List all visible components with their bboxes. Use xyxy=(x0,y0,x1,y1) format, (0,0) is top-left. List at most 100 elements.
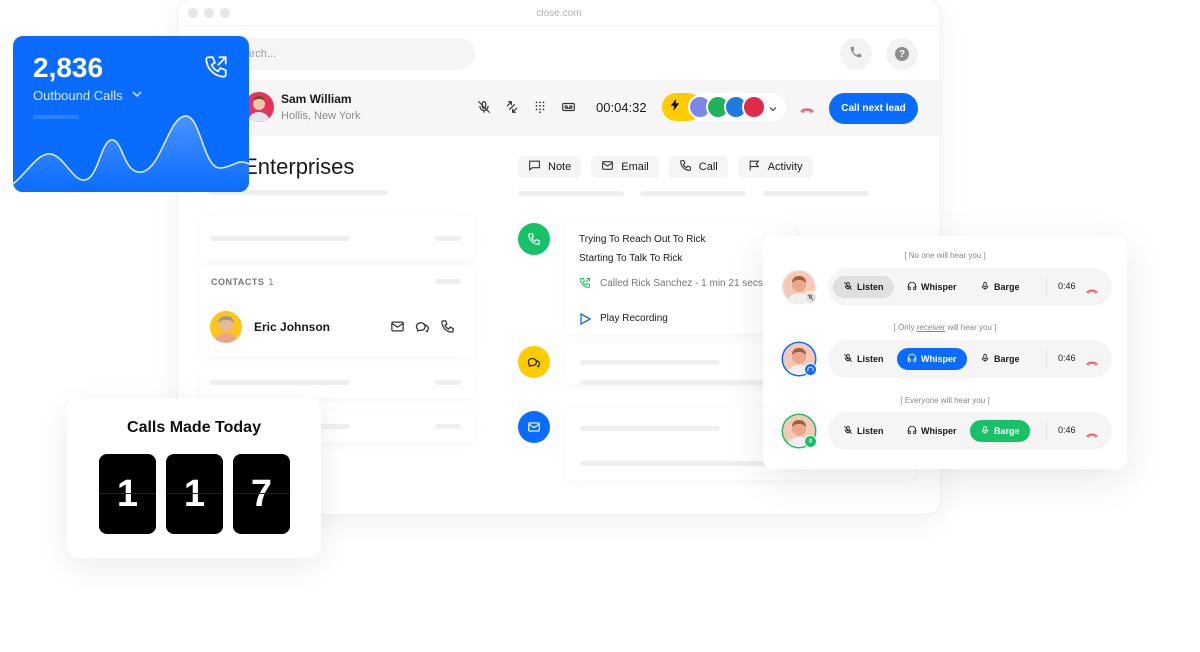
outbound-calls-dropdown[interactable]: Outbound Calls xyxy=(33,88,143,103)
microphone-icon xyxy=(980,425,990,437)
listen-label: Listen xyxy=(857,282,884,292)
call-note-line2: Starting To Talk To Rick xyxy=(579,253,683,264)
listen-button[interactable]: Listen xyxy=(833,420,894,442)
barge-button[interactable]: Barge xyxy=(970,420,1030,442)
contact-actions xyxy=(390,319,455,339)
bolt-icon xyxy=(670,98,680,116)
contact-row[interactable]: Eric Johnson xyxy=(200,300,475,352)
phone-button[interactable] xyxy=(840,38,872,70)
chat-icon[interactable] xyxy=(415,319,430,339)
hangup-icon[interactable] xyxy=(1086,354,1098,372)
calls-made-today-card: Calls Made Today 1 1 7 xyxy=(67,398,321,558)
call-controls xyxy=(476,99,576,115)
tab-note-label: Note xyxy=(548,161,572,173)
team-avatars xyxy=(688,95,766,119)
voicemail-icon[interactable] xyxy=(560,99,576,115)
skeleton-line xyxy=(210,236,350,241)
outbound-sparkline xyxy=(13,115,249,192)
phone-icon[interactable] xyxy=(440,319,455,339)
info-panel xyxy=(200,366,475,398)
hangup-icon[interactable] xyxy=(1086,426,1098,444)
flag-icon xyxy=(748,159,761,175)
timeline-chat-icon xyxy=(518,346,550,378)
keypad-icon[interactable] xyxy=(532,99,548,115)
skeleton-line xyxy=(640,191,746,196)
barge-button[interactable]: Barge xyxy=(970,276,1030,298)
phone-icon xyxy=(679,159,692,175)
microphone-icon xyxy=(980,353,990,365)
timeline-email-icon xyxy=(518,411,550,443)
outbound-calls-card: 2,836 Outbound Calls xyxy=(13,36,249,192)
team-selector[interactable] xyxy=(662,93,786,121)
skeleton-line xyxy=(763,191,869,196)
skeleton-line xyxy=(435,424,461,429)
barge-button[interactable]: Barge xyxy=(970,348,1030,370)
email-icon[interactable] xyxy=(390,319,405,339)
title-bar: close.com xyxy=(178,0,940,26)
play-recording-link[interactable]: Play Recording xyxy=(600,313,668,324)
agent-row-barge: Listen Whisper Barge 0:46 xyxy=(783,410,1123,452)
call-duration: 0:46 xyxy=(1058,281,1076,291)
counter-digit: 1 xyxy=(99,454,156,534)
lead-info-panel xyxy=(200,215,475,260)
skeleton-line xyxy=(580,360,720,365)
divider xyxy=(1046,350,1047,368)
contacts-header: CONTACTS 1 xyxy=(211,277,274,287)
help-button[interactable]: ? xyxy=(886,38,918,70)
hangup-icon[interactable] xyxy=(800,102,814,120)
note-icon xyxy=(528,159,541,175)
whisper-label: Whisper xyxy=(921,354,957,364)
chevron-down-icon xyxy=(131,88,143,103)
tab-activity-label: Activity xyxy=(767,161,803,173)
contact-name: Eric Johnson xyxy=(254,320,331,334)
contacts-label: CONTACTS xyxy=(211,277,265,287)
listen-button[interactable]: Listen xyxy=(833,276,894,298)
tab-call[interactable]: Call xyxy=(668,156,728,178)
play-icon[interactable] xyxy=(580,312,592,330)
counter-digit: 7 xyxy=(233,454,290,534)
mute-icon[interactable] xyxy=(476,99,492,115)
whisper-button[interactable]: Whisper xyxy=(897,348,967,370)
whisper-badge xyxy=(804,363,817,376)
mute-icon xyxy=(843,353,853,365)
mute-icon xyxy=(843,281,853,293)
contacts-count: 1 xyxy=(268,277,274,287)
mode-note: [ Only receiver will hear you ] xyxy=(763,323,1127,332)
help-icon: ? xyxy=(895,47,909,61)
headphones-icon xyxy=(907,281,917,293)
call-next-lead-button[interactable]: Call next lead xyxy=(829,93,918,124)
barge-label: Barge xyxy=(994,426,1020,436)
tab-note[interactable]: Note xyxy=(518,156,582,178)
transfer-icon[interactable] xyxy=(504,99,520,115)
barge-label: Barge xyxy=(994,354,1020,364)
listen-button[interactable]: Listen xyxy=(833,348,894,370)
tab-email[interactable]: Email xyxy=(591,156,659,178)
whisper-button[interactable]: Whisper xyxy=(897,420,967,442)
mode-note: [ No one will hear you ] xyxy=(904,251,986,260)
active-call-bar: Sam William Hollis, New York 00:04:32 Ca… xyxy=(234,80,940,136)
whisper-label: Whisper xyxy=(921,426,957,436)
skeleton-line xyxy=(435,380,461,385)
microphone-icon xyxy=(980,281,990,293)
chevron-down-icon[interactable] xyxy=(768,101,778,119)
whisper-button[interactable]: Whisper xyxy=(897,276,967,298)
search-input[interactable]: Search... xyxy=(218,38,475,70)
contact-avatar xyxy=(210,311,242,343)
timeline-call-icon xyxy=(518,223,550,255)
outgoing-call-icon xyxy=(203,54,229,85)
tab-email-label: Email xyxy=(621,161,649,173)
caller-location: Hollis, New York xyxy=(281,110,361,122)
hangup-icon[interactable] xyxy=(1086,282,1098,300)
headphones-icon xyxy=(907,425,917,437)
calls-counter: 1 1 7 xyxy=(99,454,290,534)
skeleton-line xyxy=(435,236,461,241)
mode-note-prefix: [ Only xyxy=(893,323,917,332)
outbound-calls-value: 2,836 xyxy=(33,52,104,83)
url-label: close.com xyxy=(536,8,582,19)
call-timer: 00:04:32 xyxy=(596,100,647,115)
skeleton-line xyxy=(580,426,720,431)
tab-call-label: Call xyxy=(698,161,718,173)
listen-label: Listen xyxy=(857,426,884,436)
whisper-label: Whisper xyxy=(921,282,957,292)
tab-activity[interactable]: Activity xyxy=(737,156,813,178)
